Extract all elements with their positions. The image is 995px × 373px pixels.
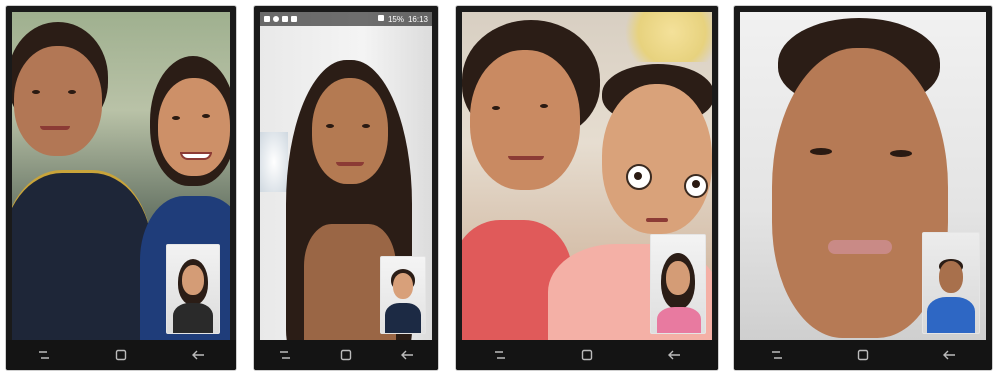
self-view-pip[interactable] [922, 232, 980, 334]
play-icon [282, 16, 288, 22]
back-arrow-icon[interactable] [663, 344, 685, 366]
phone-screenshot-1 [6, 6, 236, 370]
status-bar: 15% 16:13 [260, 12, 432, 26]
home-icon[interactable] [576, 344, 598, 366]
recent-apps-icon[interactable] [489, 344, 511, 366]
phone-screenshot-2: 15% 16:13 [254, 6, 438, 370]
android-nav-bar [6, 340, 236, 370]
image-icon [291, 16, 297, 22]
android-nav-bar [254, 340, 438, 370]
android-nav-bar [456, 340, 718, 370]
back-arrow-icon[interactable] [938, 344, 960, 366]
android-nav-bar [734, 340, 992, 370]
recent-apps-icon[interactable] [274, 344, 296, 366]
battery-percent: 15% [387, 14, 404, 24]
video-call-view [462, 12, 712, 340]
video-call-view: 15% 16:13 [260, 12, 432, 340]
caller-left [12, 22, 152, 340]
self-view-pip[interactable] [166, 244, 220, 334]
phone-screenshot-3 [456, 6, 718, 370]
video-call-view [740, 12, 986, 340]
back-arrow-icon[interactable] [396, 344, 418, 366]
home-icon[interactable] [110, 344, 132, 366]
self-view-pip[interactable] [380, 256, 426, 334]
whatsapp-icon [273, 16, 279, 22]
recent-apps-icon[interactable] [766, 344, 788, 366]
signal-icon [377, 14, 384, 21]
clock: 16:13 [407, 14, 428, 24]
home-icon[interactable] [852, 344, 874, 366]
phone-screenshot-4 [734, 6, 992, 370]
self-view-pip[interactable] [650, 234, 706, 334]
back-arrow-icon[interactable] [187, 344, 209, 366]
warning-icon [264, 16, 270, 22]
home-icon[interactable] [335, 344, 357, 366]
recent-apps-icon[interactable] [33, 344, 55, 366]
video-call-view [12, 12, 230, 340]
